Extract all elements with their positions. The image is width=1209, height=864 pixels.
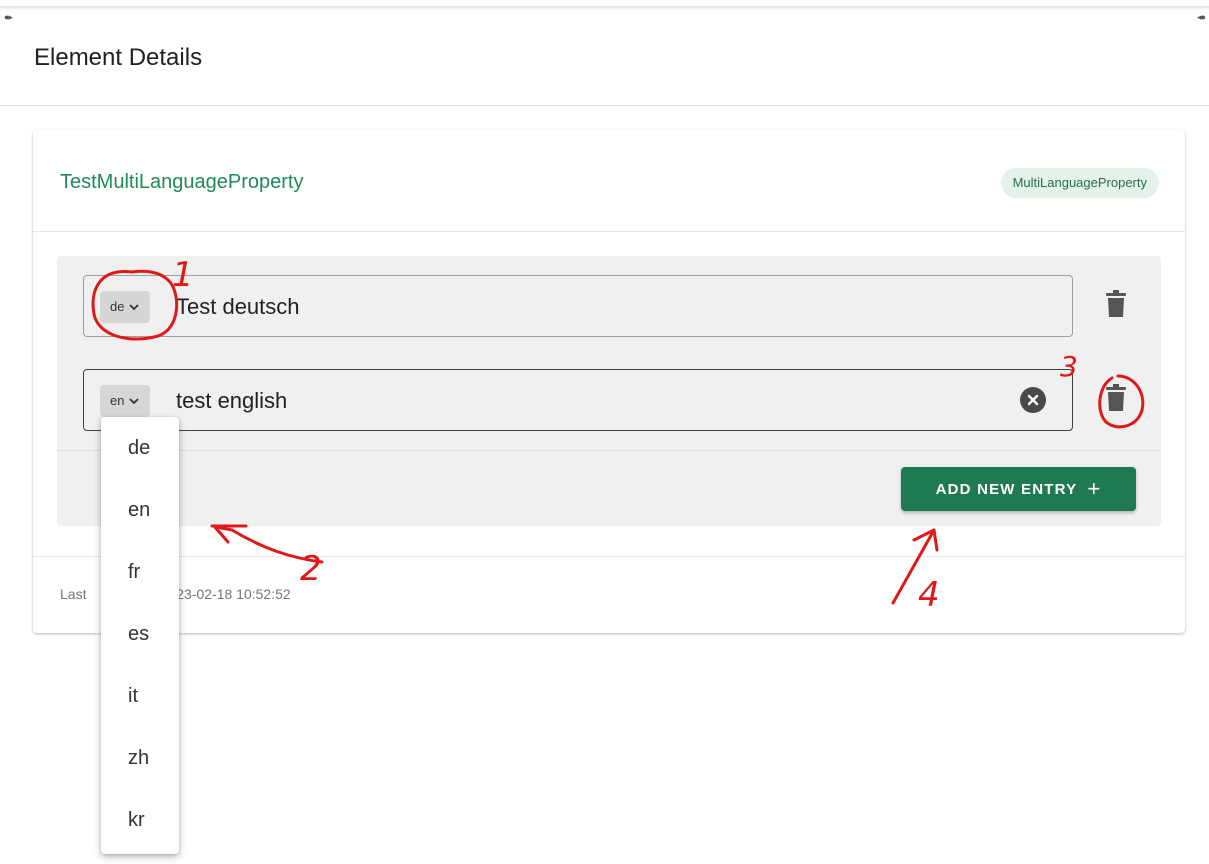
chevron-down-icon <box>129 304 140 311</box>
language-dropdown-menu: de en fr es it zh kr <box>101 417 179 854</box>
dropdown-option-kr[interactable]: kr <box>101 789 179 851</box>
language-code: en <box>110 393 125 408</box>
panel-header: Element Details <box>0 18 1209 106</box>
last-updated-value: 23-02-18 10:52:52 <box>176 586 291 602</box>
dropdown-option-de[interactable]: de <box>101 417 179 479</box>
trash-icon[interactable] <box>1105 384 1127 412</box>
top-shadow <box>0 6 1209 10</box>
element-type-chip: MultiLanguageProperty <box>1000 168 1159 198</box>
page-title: Element Details <box>34 44 203 71</box>
plus-icon: + <box>1087 476 1102 501</box>
card-header: TestMultiLanguageProperty MultiLanguageP… <box>33 130 1185 232</box>
language-select-chip[interactable]: de <box>100 291 151 323</box>
language-select-chip[interactable]: en <box>100 385 151 417</box>
language-code: de <box>110 299 125 314</box>
multilanguage-panel: de Test deutsch en test english ADD NEW … <box>57 256 1161 526</box>
dropdown-option-zh[interactable]: zh <box>101 727 179 789</box>
element-card: TestMultiLanguageProperty MultiLanguageP… <box>33 130 1185 633</box>
trash-icon[interactable] <box>1105 290 1127 318</box>
entry-text[interactable]: Test deutsch <box>176 294 300 320</box>
close-icon <box>1027 394 1039 406</box>
add-new-entry-button[interactable]: ADD NEW ENTRY + <box>901 467 1136 511</box>
dropdown-option-es[interactable]: es <box>101 603 179 665</box>
element-name: TestMultiLanguageProperty <box>60 171 304 193</box>
entry-text[interactable]: test english <box>176 388 287 414</box>
language-entry-field[interactable]: en test english <box>83 369 1073 431</box>
panel-divider <box>57 450 1161 451</box>
chevron-down-icon <box>129 398 140 405</box>
add-new-entry-label: ADD NEW ENTRY <box>935 480 1078 498</box>
top-strip <box>0 0 1209 10</box>
dropdown-option-fr[interactable]: fr <box>101 541 179 603</box>
dropdown-option-it[interactable]: it <box>101 665 179 727</box>
dropdown-option-en[interactable]: en <box>101 479 179 541</box>
clear-button[interactable] <box>1020 387 1046 413</box>
language-entry-field[interactable]: de Test deutsch <box>83 275 1073 337</box>
last-updated-prefix: Last <box>60 586 87 602</box>
card-footer-divider <box>33 556 1185 557</box>
